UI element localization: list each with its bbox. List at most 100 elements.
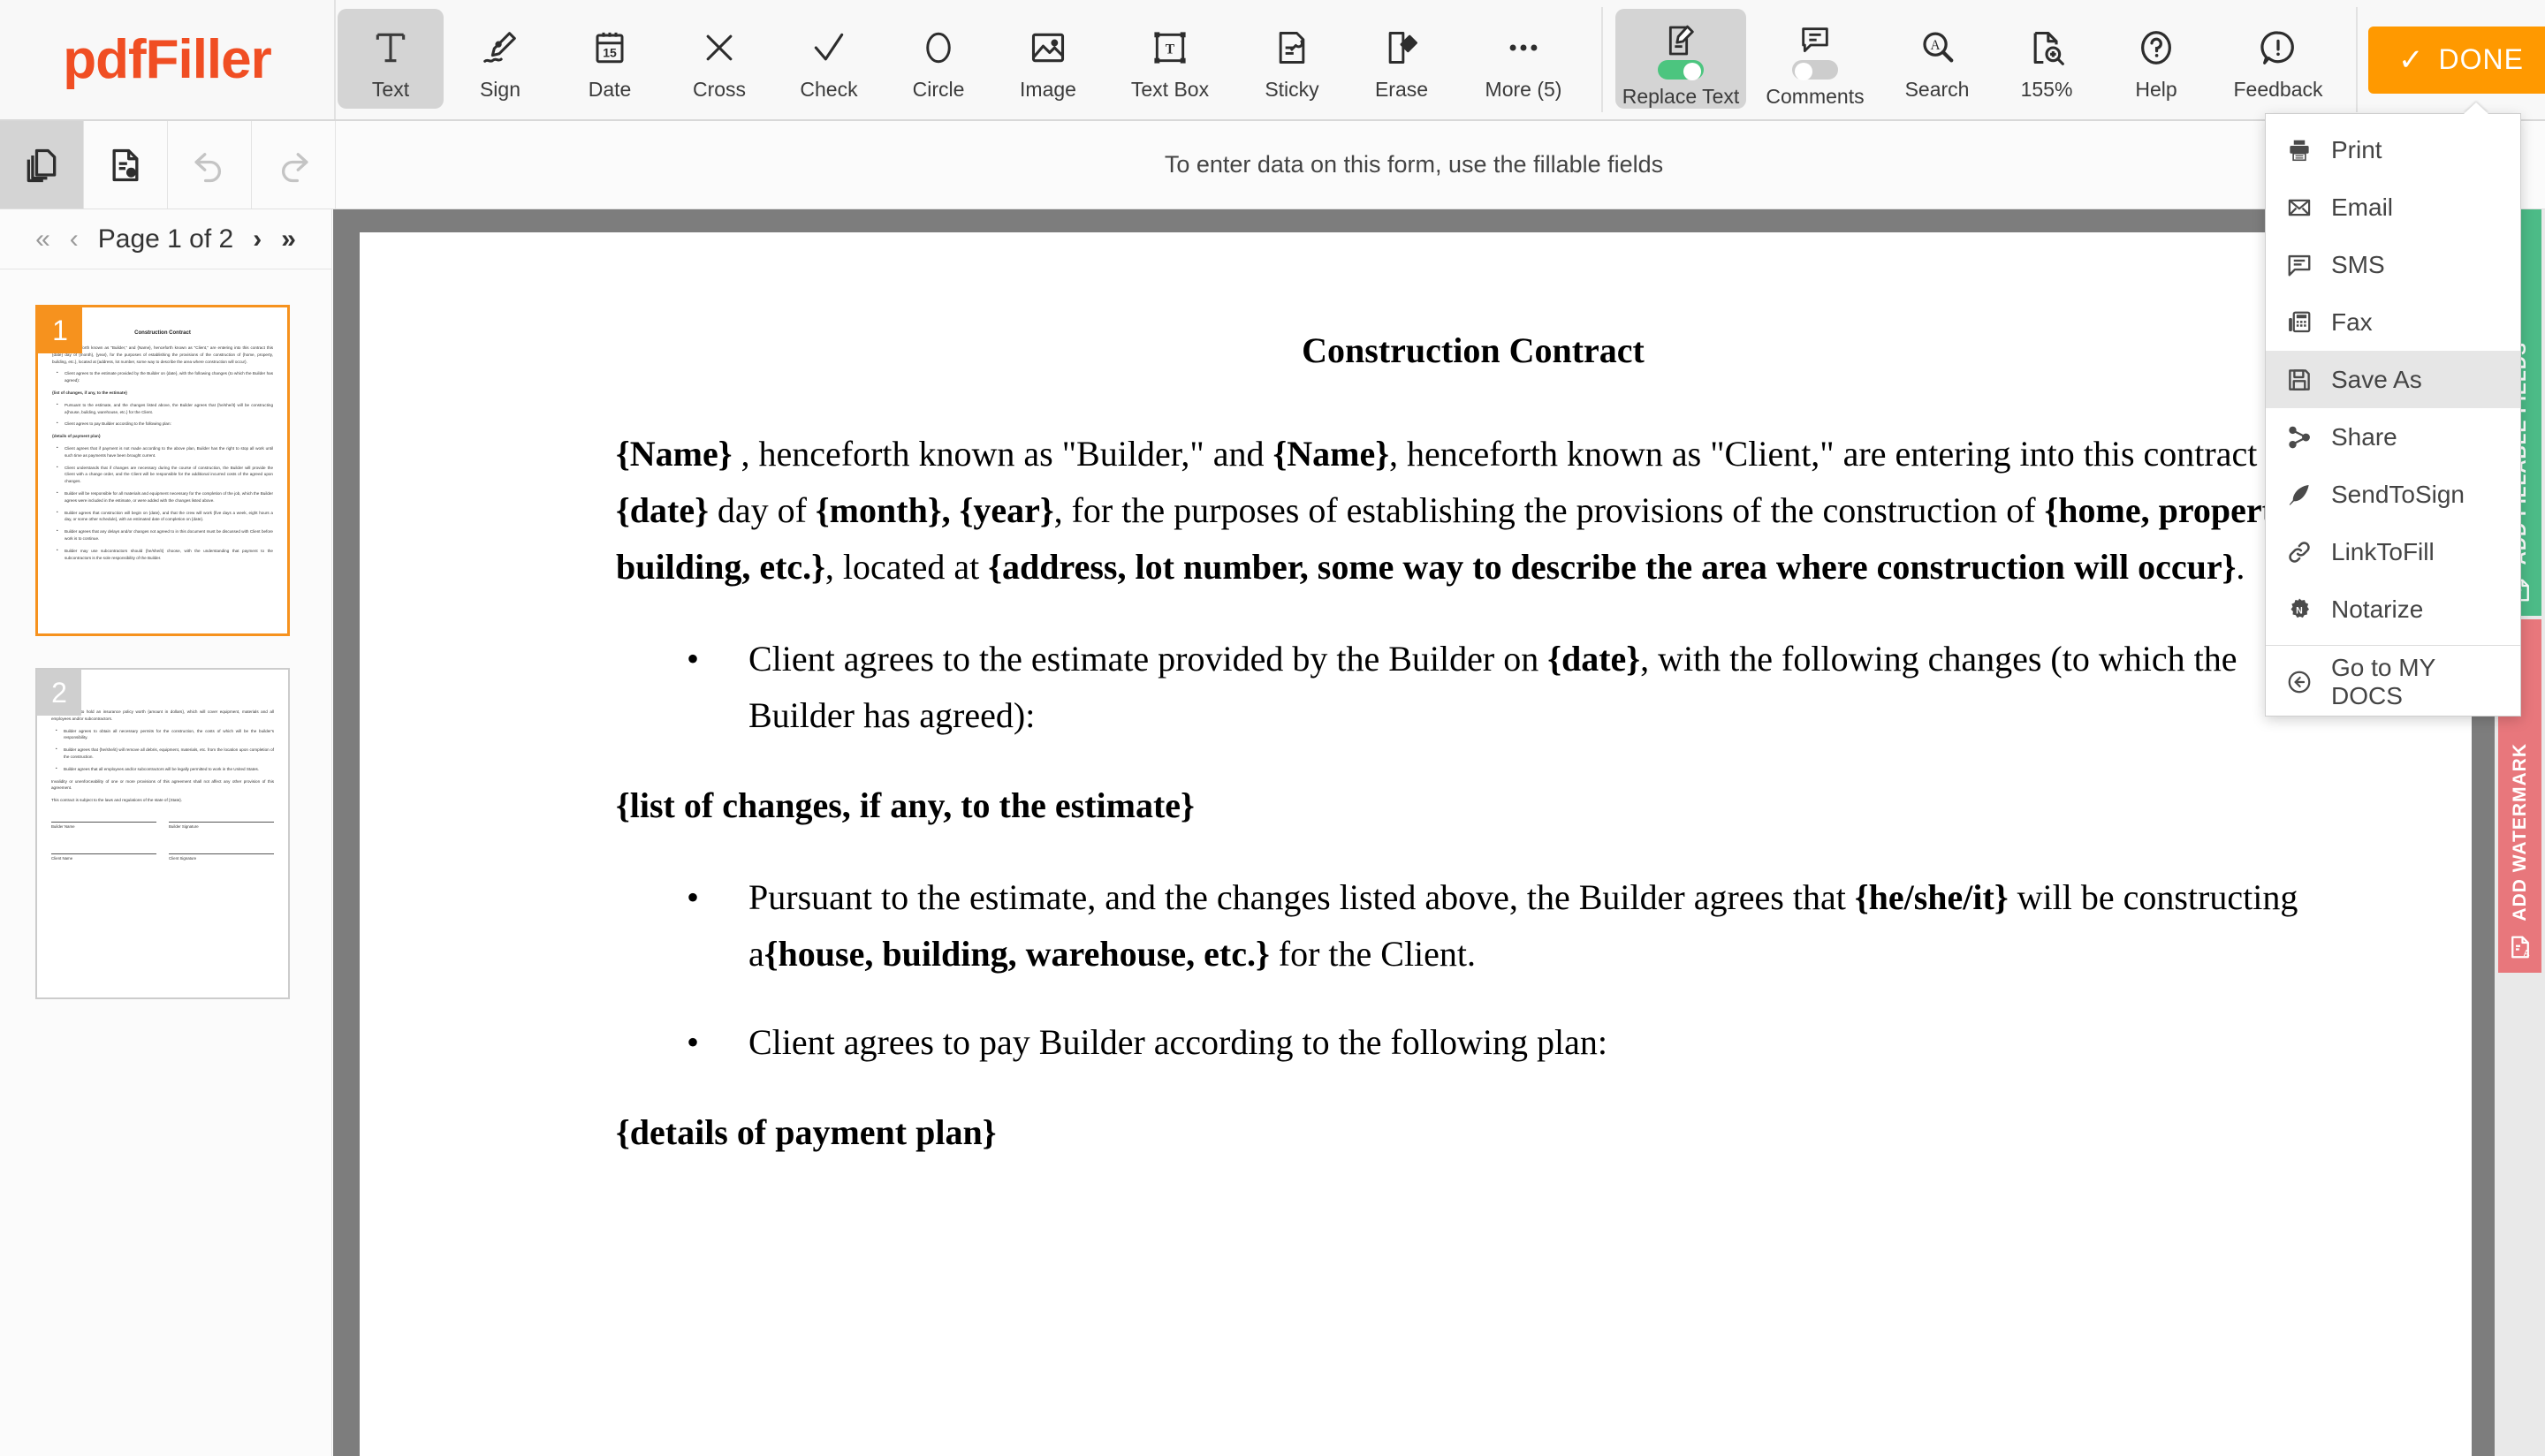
back-arrow-icon (2282, 669, 2317, 695)
thumb-title: Construction Contract (134, 330, 191, 336)
tool-erase[interactable]: Erase (1348, 9, 1455, 109)
thumb-text: Builder Signature (169, 823, 199, 829)
tool-label: Erase (1374, 78, 1429, 101)
tool-check[interactable]: Check (776, 9, 882, 109)
tool-feedback[interactable]: Feedback (2213, 9, 2344, 109)
tool-search[interactable]: A Search (1884, 9, 1990, 109)
thumbnail-sidebar[interactable]: 1 Construction Contract {Name} , hencefo… (0, 269, 332, 1456)
document-heading-3: {details of payment plan} (616, 1112, 997, 1152)
last-page-button[interactable]: » (281, 224, 296, 254)
field-placeholder: {date} (616, 490, 709, 530)
app-logo[interactable]: pdfFiller (0, 0, 336, 119)
document-viewer[interactable]: Construction Contract {Name} , hencefort… (333, 209, 2495, 1456)
replace-text-toggle[interactable] (1658, 60, 1704, 80)
doc-settings-icon (106, 145, 145, 186)
tool-label: Cross (692, 78, 747, 101)
field-placeholder: {address, lot number, some way to descri… (988, 547, 2237, 587)
tool-text-box[interactable]: T Text Box (1105, 9, 1235, 109)
tool-zoom[interactable]: 155% (1994, 9, 2100, 109)
menu-item-notarize[interactable]: N Notarize (2266, 580, 2520, 638)
menu-item-share[interactable]: Share (2266, 408, 2520, 466)
tool-label: Sign (479, 78, 521, 101)
toolbar-divider (1601, 7, 1603, 112)
document-tools-button[interactable] (84, 121, 168, 209)
signature-row-2: Client Name Client Signature (51, 841, 274, 861)
tool-label: Comments (1766, 85, 1865, 108)
thumb-text: Builder agrees that {he/she/it} will rem… (56, 746, 274, 761)
sticky-note-icon (1272, 23, 1311, 72)
tool-help[interactable]: Help (2103, 9, 2209, 109)
menu-item-print[interactable]: Print (2266, 121, 2520, 178)
tool-cross[interactable]: Cross (666, 9, 772, 109)
tool-replace-text[interactable]: Replace Text (1615, 9, 1746, 109)
tool-circle[interactable]: Circle (885, 9, 991, 109)
next-page-button[interactable]: › (253, 224, 262, 254)
doc-text: Pursuant to the estimate, and the change… (748, 877, 1855, 917)
thumb-text: {details of payment plan} (52, 434, 101, 439)
cross-icon (700, 23, 739, 72)
prev-page-button[interactable]: ‹ (70, 224, 79, 254)
thumb-text: Client agrees to pay Builder according t… (57, 420, 273, 428)
menu-item-sms[interactable]: SMS (2266, 236, 2520, 293)
tool-date[interactable]: 15 Date (557, 9, 663, 109)
menu-item-label: Save As (2331, 365, 2422, 393)
menu-item-fax[interactable]: Fax (2266, 293, 2520, 351)
document-page[interactable]: Construction Contract {Name} , hencefort… (360, 232, 2472, 1456)
menu-item-email[interactable]: Email (2266, 178, 2520, 236)
done-group: ✓ DONE (2368, 0, 2545, 119)
sign-pen-icon (480, 23, 520, 72)
thumb-text: Client understands that if changes are n… (57, 464, 273, 485)
dropdown-arrow (2464, 102, 2488, 114)
tool-more[interactable]: More (5) (1458, 9, 1589, 109)
save-icon (2282, 367, 2317, 393)
circle-icon (920, 23, 957, 72)
tool-text[interactable]: Text (338, 9, 444, 109)
menu-item-save-as[interactable]: Save As (2266, 351, 2520, 408)
doc-text: for the Client. (1269, 934, 1477, 974)
tool-label: Image (1020, 78, 1076, 101)
watermark-icon: A (2507, 934, 2534, 960)
image-icon (1028, 23, 1068, 72)
menu-item-linktofill[interactable]: LinkToFill (2266, 523, 2520, 580)
page-navigation: « ‹ Page 1 of 2 › » (0, 209, 332, 269)
tool-label: Replace Text (1622, 85, 1740, 108)
doc-text: day of (708, 490, 816, 530)
tool-sticky[interactable]: Sticky (1239, 9, 1345, 109)
thumb-text: {list of changes, if any, to the estimat… (52, 390, 127, 395)
replace-text-icon (1663, 23, 1698, 58)
menu-item-label: Go to MY DOCS (2331, 653, 2435, 709)
toolbar-divider-2 (2356, 7, 2358, 112)
menu-item-sendtosign[interactable]: SendToSign (2266, 466, 2520, 523)
pages-icon (22, 145, 61, 186)
first-page-button[interactable]: « (35, 224, 50, 254)
menu-item-label: Notarize (2331, 595, 2424, 623)
thumb-text: Builder will be responsible for all mate… (57, 489, 273, 504)
undo-button[interactable] (168, 121, 252, 209)
menu-item-go-to-my-docs[interactable]: Go to MY DOCS (2266, 653, 2520, 710)
pages-panel-button[interactable] (0, 121, 84, 209)
check-icon (809, 23, 848, 72)
done-button[interactable]: ✓ DONE (2368, 26, 2545, 94)
menu-divider (2266, 645, 2520, 646)
tool-image[interactable]: Image (995, 9, 1101, 109)
doc-text: Client agrees to the estimate provided b… (748, 639, 1548, 679)
tool-sign[interactable]: Sign (447, 9, 553, 109)
comments-toggle[interactable] (1792, 60, 1838, 80)
form-hint-text: To enter data on this form, use the fill… (1164, 151, 1664, 178)
menu-item-label: Share (2331, 422, 2397, 451)
menu-item-label: LinkToFill (2331, 537, 2435, 565)
secondary-toolbar: To enter data on this form, use the fill… (0, 121, 2545, 209)
tool-comments[interactable]: Comments (1750, 9, 1880, 109)
thumb-text: Client Name (51, 855, 73, 861)
done-dropdown-menu[interactable]: Print Email SMS Fax Save As Share SendTo… (2265, 102, 2521, 717)
page-thumbnail-1[interactable]: 1 Construction Contract {Name} , hencefo… (35, 305, 290, 636)
doc-text: . (2236, 547, 2245, 587)
page-thumbnail-2[interactable]: 2 Builder agrees to hold an insurance po… (35, 668, 290, 999)
redo-button[interactable] (252, 121, 336, 209)
tool-label: Text (371, 78, 410, 101)
text-box-icon: T (1151, 23, 1189, 72)
svg-text:A: A (2523, 949, 2529, 959)
document-title: Construction Contract (1302, 330, 1645, 370)
logo-text: pdfFiller (63, 29, 272, 90)
menu-item-label: Print (2331, 135, 2382, 163)
